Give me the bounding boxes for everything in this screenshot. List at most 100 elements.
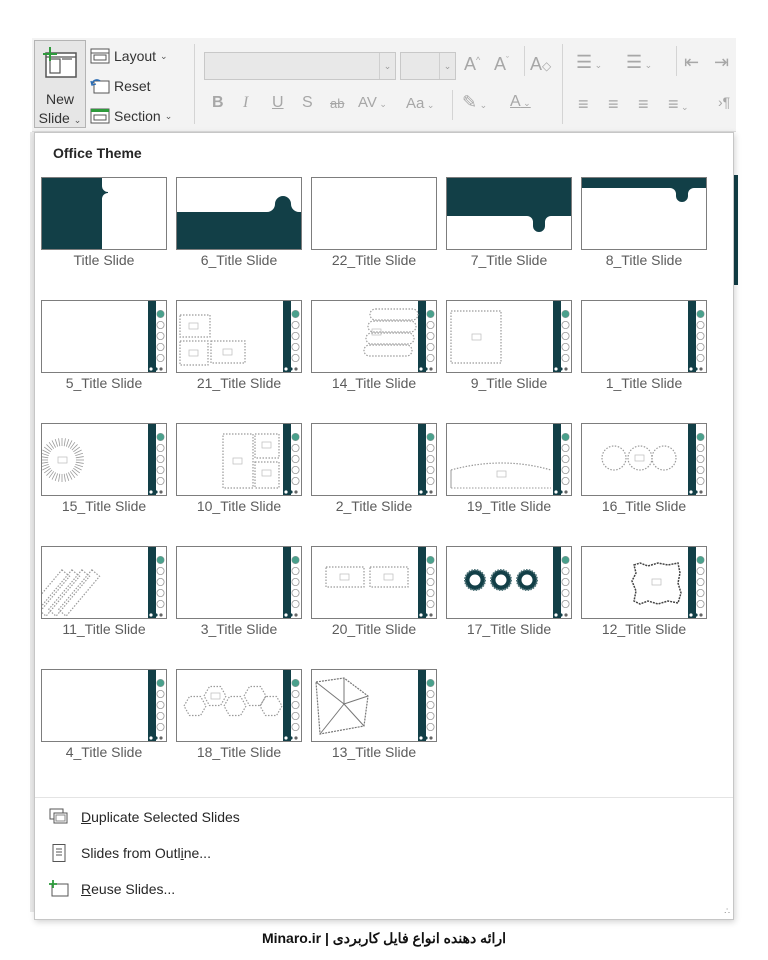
outline-label: Slides from Outline...	[81, 845, 211, 861]
bold-icon[interactable]: B	[212, 94, 224, 112]
layout-thumbnail[interactable]	[176, 669, 302, 742]
layout-thumbnail[interactable]	[446, 300, 572, 373]
layout-thumbnail[interactable]	[176, 546, 302, 619]
layout-thumbnail[interactable]	[176, 300, 302, 373]
layout-thumbnail-label: 6_Title Slide	[200, 252, 278, 268]
layout-preview-graphic	[312, 178, 437, 250]
justify-icon[interactable]: ≡ ⌄	[668, 94, 689, 115]
layout-button[interactable]: Layout ⌄	[90, 45, 168, 67]
character-spacing-icon[interactable]: AV ⌄	[358, 94, 387, 111]
section-icon	[90, 108, 110, 124]
new-slide-label-1: New	[45, 91, 74, 107]
numbering-icon[interactable]: ☰ ⌄	[626, 52, 652, 73]
layout-thumbnail-label: 3_Title Slide	[200, 621, 278, 637]
layout-preview-graphic	[42, 178, 108, 249]
layout-thumbnail[interactable]	[311, 177, 437, 250]
increase-indent-icon[interactable]: ⇥	[714, 52, 729, 73]
layout-thumbnail-label: 2_Title Slide	[335, 498, 413, 514]
layout-thumbnail[interactable]	[311, 546, 437, 619]
layout-thumbnail-label: 5_Title Slide	[65, 375, 143, 391]
layout-preview-graphic	[363, 301, 435, 372]
ribbon-separator	[452, 90, 453, 120]
layout-preview-graphic	[418, 424, 435, 495]
reset-button[interactable]: Reset	[90, 75, 151, 97]
layout-thumbnail-label: 16_Title Slide	[601, 498, 687, 514]
ribbon-separator	[524, 46, 525, 76]
reset-label: Reset	[114, 78, 151, 94]
layout-thumbnail-label: 18_Title Slide	[196, 744, 282, 760]
chevron-down-icon: ⌄	[379, 53, 395, 79]
layout-thumbnail-label: 17_Title Slide	[466, 621, 552, 637]
layout-thumbnail-label: 11_Title Slide	[62, 621, 146, 637]
align-left-icon[interactable]: ≡	[578, 94, 589, 115]
decrease-indent-icon[interactable]: ⇤	[684, 52, 699, 73]
bullets-icon[interactable]: ☰ ⌄	[576, 52, 602, 73]
layout-thumbnail[interactable]	[41, 300, 167, 373]
change-case-icon[interactable]: Aa ⌄	[406, 95, 434, 112]
section-label: Section	[114, 108, 161, 124]
ribbon-separator	[562, 44, 563, 124]
layout-thumbnail[interactable]	[446, 423, 572, 496]
layout-thumbnail-label: 1_Title Slide	[605, 375, 683, 391]
new-slide-button[interactable]: New Slide ⌄	[34, 40, 86, 128]
duplicate-label: Duplicate Selected Slides	[81, 809, 240, 825]
layout-preview-graphic	[688, 301, 705, 372]
layout-thumbnail[interactable]	[41, 177, 167, 250]
layout-thumbnail[interactable]	[311, 669, 437, 742]
layout-thumbnail[interactable]	[581, 423, 707, 496]
ribbon-separator	[676, 46, 677, 76]
font-size-combo[interactable]: ⌄	[400, 52, 456, 80]
text-direction-icon[interactable]: ›¶	[718, 94, 730, 110]
layout-thumbnail[interactable]	[581, 300, 707, 373]
layout-thumbnail[interactable]	[41, 546, 167, 619]
increase-font-size-icon[interactable]: A^	[464, 54, 480, 75]
section-button[interactable]: Section ⌄	[90, 105, 172, 127]
layout-thumbnail[interactable]	[581, 546, 707, 619]
decrease-font-size-icon[interactable]: Aˇ	[494, 54, 509, 75]
layout-preview-graphic	[582, 178, 706, 202]
layout-thumbnail[interactable]	[311, 300, 437, 373]
layout-preview-graphic	[464, 547, 570, 618]
align-center-icon[interactable]: ≡	[608, 94, 619, 115]
chevron-down-icon: ⌄	[439, 53, 455, 79]
watermark-footer: Minaro.ir | ارائه دهنده انواع فایل کاربر…	[261, 930, 507, 946]
layout-preview-graphic	[325, 547, 435, 618]
layout-thumbnail[interactable]	[176, 177, 302, 250]
layout-thumbnail[interactable]	[176, 423, 302, 496]
layout-thumbnail[interactable]	[311, 423, 437, 496]
layout-preview-graphic	[631, 547, 705, 618]
duplicate-selected-slides-item[interactable]: Duplicate Selected Slides	[49, 804, 240, 830]
reuse-slides-item[interactable]: Reuse Slides...	[49, 876, 175, 902]
layout-thumbnail-label: 7_Title Slide	[470, 252, 548, 268]
chevron-down-icon: ⌄	[160, 50, 168, 61]
layout-preview-graphic	[148, 670, 165, 741]
layout-thumbnail[interactable]	[41, 669, 167, 742]
underline-icon[interactable]: U	[272, 94, 284, 112]
strikethrough-icon[interactable]: ab	[330, 96, 344, 111]
duplicate-slides-icon	[49, 808, 68, 824]
reuse-slides-icon	[49, 880, 69, 897]
font-color-icon[interactable]: A ⌄	[510, 93, 531, 111]
slides-from-outline-item[interactable]: Slides from Outline...	[49, 840, 211, 866]
shadow-icon[interactable]: S	[302, 94, 313, 112]
layout-preview-graphic	[450, 424, 570, 495]
align-right-icon[interactable]: ≡	[638, 94, 649, 115]
layout-thumbnail[interactable]	[446, 177, 572, 250]
clear-formatting-icon[interactable]: A◇	[530, 54, 551, 75]
layout-thumbnail-label: 10_Title Slide	[196, 498, 282, 514]
slide-canvas-edge	[734, 175, 738, 285]
layout-thumbnail[interactable]	[446, 546, 572, 619]
resize-grip-icon[interactable]: ∴	[724, 906, 730, 917]
layout-thumbnail-label: 20_Title Slide	[331, 621, 417, 637]
layout-thumbnail-label: 12_Title Slide	[601, 621, 687, 637]
layout-preview-graphic	[42, 424, 165, 495]
font-name-combo[interactable]: ⌄	[204, 52, 396, 80]
highlight-icon[interactable]: ✎ ⌄	[462, 92, 487, 113]
italic-icon[interactable]: I	[243, 94, 248, 112]
layout-thumbnail[interactable]	[41, 423, 167, 496]
new-slide-icon	[43, 47, 77, 78]
layout-icon	[90, 48, 110, 64]
layout-thumbnail[interactable]	[581, 177, 707, 250]
layout-preview-graphic	[601, 424, 705, 495]
new-slide-layout-gallery: Office Theme Duplicate Selected Slides S…	[34, 132, 734, 920]
